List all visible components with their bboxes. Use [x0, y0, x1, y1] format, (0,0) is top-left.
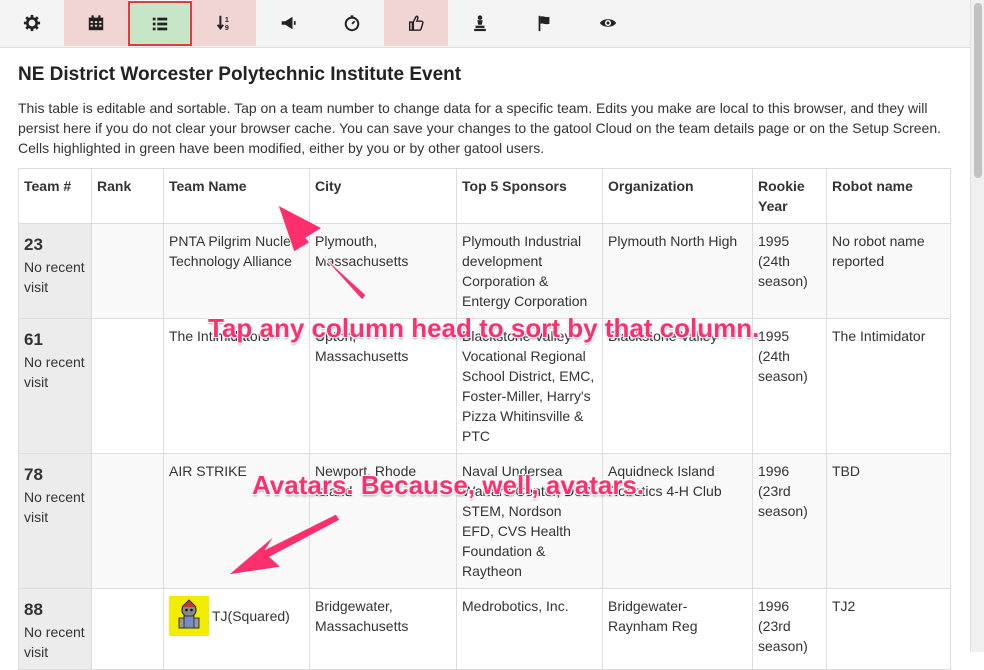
rookie-year-cell[interactable]: 1996 (23rd season): [752, 453, 827, 589]
team-number-cell[interactable]: 88 No recent visit: [18, 588, 92, 670]
svg-text:9: 9: [225, 23, 229, 32]
organization-cell[interactable]: Plymouth North High: [602, 223, 753, 319]
stopwatch-icon: [344, 15, 360, 32]
rookie-year-cell[interactable]: 1995 (24th season): [752, 318, 827, 454]
rank-cell[interactable]: [91, 453, 164, 589]
column-header-rank[interactable]: Rank: [91, 168, 164, 224]
settings-button[interactable]: [0, 0, 64, 46]
gear-icon: [23, 14, 41, 32]
sort-icon: 1 9: [216, 15, 229, 32]
team-list-button[interactable]: [128, 1, 192, 46]
team-name-cell[interactable]: TJ(Squared): [163, 588, 310, 670]
list-icon: [152, 17, 168, 30]
sponsors-cell[interactable]: Plymouth Industrial development Corporat…: [456, 223, 603, 319]
column-header-robot-name[interactable]: Robot name: [826, 168, 951, 224]
scrollbar-thumb[interactable]: [974, 3, 982, 178]
visit-status: No recent visit: [24, 624, 85, 660]
rookie-year-cell[interactable]: 1995 (24th season): [752, 223, 827, 319]
team-avatar: [169, 596, 209, 636]
avatar-hint-annotation: Avatars. Because, well, avatars.: [252, 470, 645, 500]
sponsors-cell[interactable]: Medrobotics, Inc.: [456, 588, 603, 670]
team-number[interactable]: 61: [24, 328, 86, 352]
megaphone-icon: [281, 16, 296, 30]
team-number-cell[interactable]: 61 No recent visit: [18, 318, 92, 454]
table-row: 23 No recent visit PNTA Pilgrim Nuclear …: [18, 223, 951, 319]
team-number[interactable]: 78: [24, 463, 86, 487]
rank-cell[interactable]: [91, 318, 164, 454]
toolbar: 1 9: [0, 0, 970, 48]
team-number[interactable]: 88: [24, 598, 86, 622]
chess-icon: [474, 15, 486, 32]
table-row: 88 No recent visit TJ(Squared) Bridgewat…: [18, 588, 951, 670]
column-header-organization[interactable]: Organization: [602, 168, 753, 224]
team-name-cell[interactable]: PNTA Pilgrim Nuclear Technology Alliance: [163, 223, 310, 319]
robot-name-cell[interactable]: TBD: [826, 453, 951, 589]
calendar-icon: [88, 15, 104, 31]
sort-hint-annotation: Tap any column head to sort by that colu…: [208, 313, 760, 343]
column-header-sponsors[interactable]: Top 5 Sponsors: [456, 168, 603, 224]
rankings-button[interactable]: 1 9: [192, 0, 256, 46]
team-name-with-avatar: TJ(Squared): [169, 596, 304, 636]
timer-button[interactable]: [320, 0, 384, 46]
thumbs-up-button[interactable]: [384, 0, 448, 46]
team-number-cell[interactable]: 78 No recent visit: [18, 453, 92, 589]
awards-button[interactable]: [448, 0, 512, 46]
eye-icon: [599, 19, 617, 27]
city-cell[interactable]: Plymouth, Massachusetts: [309, 223, 457, 319]
visit-status: No recent visit: [24, 354, 85, 390]
team-name-text: TJ(Squared): [212, 608, 290, 624]
organization-cell[interactable]: Bridgewater-Raynham Reg: [602, 588, 753, 670]
flag-icon: [538, 15, 550, 32]
flag-button[interactable]: [512, 0, 576, 46]
view-button[interactable]: [576, 0, 640, 46]
schedule-button[interactable]: [64, 0, 128, 46]
rookie-year-cell[interactable]: 1996 (23rd season): [752, 588, 827, 670]
robot-name-cell[interactable]: The Intimidator: [826, 318, 951, 454]
announce-button[interactable]: [256, 0, 320, 46]
column-header-team-name[interactable]: Team Name: [163, 168, 310, 224]
thumbs-up-icon: [408, 15, 424, 31]
column-header-city[interactable]: City: [309, 168, 457, 224]
team-number-cell[interactable]: 23 No recent visit: [18, 223, 92, 319]
team-number[interactable]: 23: [24, 233, 86, 257]
robot-name-cell[interactable]: No robot name reported: [826, 223, 951, 319]
intro-text: This table is editable and sortable. Tap…: [18, 100, 942, 156]
table-header-row: Team # Rank Team Name City Top 5 Sponsor…: [18, 168, 951, 224]
visit-status: No recent visit: [24, 259, 85, 295]
visit-status: No recent visit: [24, 489, 85, 525]
column-header-team[interactable]: Team #: [18, 168, 92, 224]
rank-cell[interactable]: [91, 223, 164, 319]
column-header-rookie-year[interactable]: Rookie Year: [752, 168, 827, 224]
vertical-scrollbar[interactable]: [970, 0, 984, 652]
robot-name-cell[interactable]: TJ2: [826, 588, 951, 670]
city-cell[interactable]: Bridgewater, Massachusetts: [309, 588, 457, 670]
team-table: Team # Rank Team Name City Top 5 Sponsor…: [18, 168, 951, 670]
page-title: NE District Worcester Polytechnic Instit…: [18, 64, 462, 85]
rank-cell[interactable]: [91, 588, 164, 670]
